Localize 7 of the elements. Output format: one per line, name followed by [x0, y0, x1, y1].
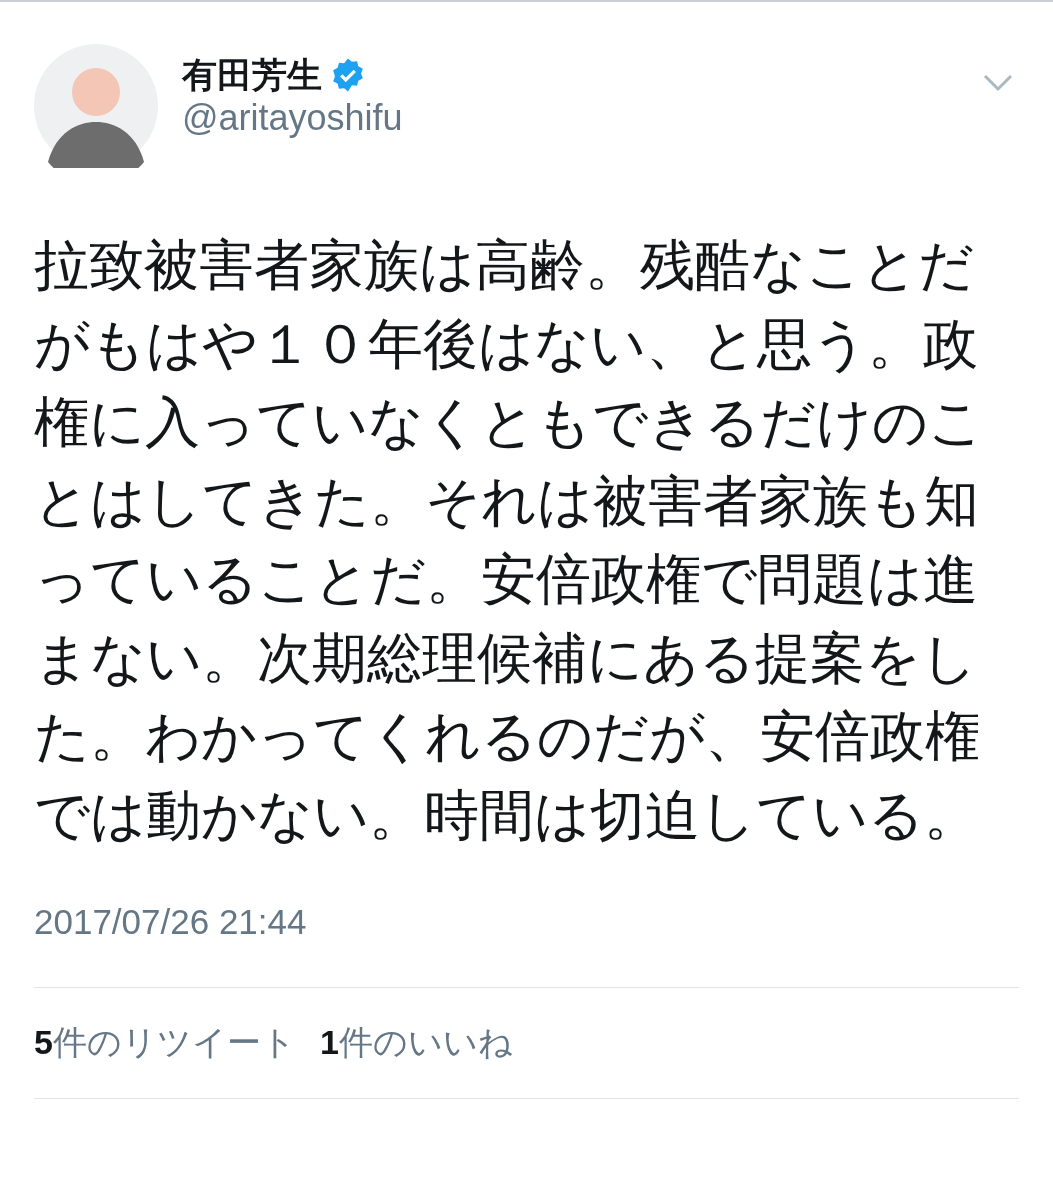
tweet-text: 拉致被害者家族は高齢。残酷なことだがもはや１０年後はない、と思う。政権に入っていなくともできるだけのことはしてきた。それは被害者家族も知っていることだ。安倍政権で問題は進まない。次期総理候補にある提案をした。わかってくれるのだが、安倍政権では動かない。時間は切迫している。 — [34, 232, 985, 849]
retweet-count[interactable]: 5件のリツイート — [34, 1017, 296, 1068]
user-handle: @aritayoshifu — [182, 96, 404, 140]
avatar[interactable] — [34, 44, 158, 168]
like-count[interactable]: 1件のいいね — [319, 1017, 513, 1068]
display-name: 有田芳生 — [182, 54, 322, 96]
tweet-timestamp: 2017/07/26 21:44 — [34, 901, 308, 943]
